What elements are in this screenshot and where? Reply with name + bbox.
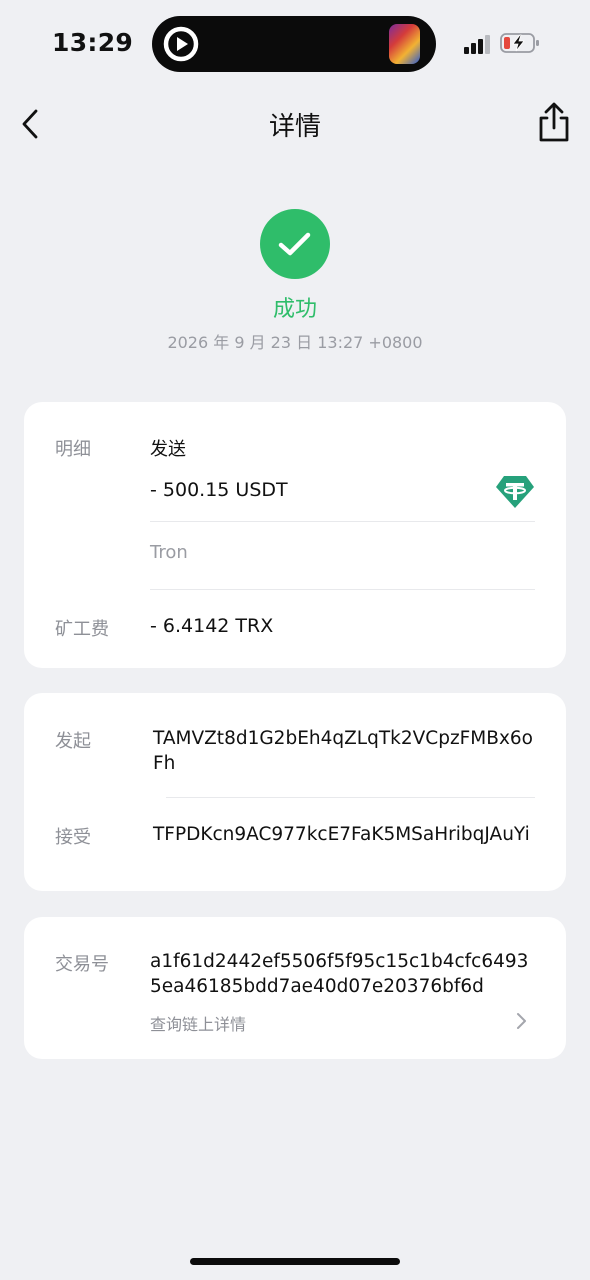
address-card: 发起 TAMVZt8d1G2bEh4qZLqTk2VCpzFMBx6oFh 接受… [24,693,566,891]
status-time: 13:29 [52,28,134,57]
to-address[interactable]: TFPDKcn9AC977kcE7FaK5MSaHribqJAuYi [153,822,543,847]
status-datetime: 2026 年 9 月 23 日 13:27 +0800 [167,333,423,352]
tether-usdt-icon [496,476,534,508]
home-indicator[interactable] [190,1258,400,1265]
transaction-amount: - 500.15 USDT [150,479,288,501]
fee-amount: - 6.4142 TRX [150,615,274,637]
dynamic-island [152,16,436,72]
checkmark-icon [278,232,311,256]
details-label: 明细 [55,439,91,460]
chevron-right-icon[interactable] [516,1012,528,1030]
play-app-icon [163,26,199,62]
fee-label: 矿工费 [55,619,109,640]
divider [166,797,535,798]
from-address[interactable]: TAMVZt8d1G2bEh4qZLqTk2VCpzFMBx6oFh [153,726,543,776]
cellular-signal-icon [464,35,490,54]
nav-bar: 详情 [0,96,590,152]
divider [150,521,535,522]
battery-charging-icon [500,33,539,53]
status-bar: 13:29 [0,0,590,88]
transaction-hash-card: 交易号 a1f61d2442ef5506f5f95c15c1b4cfc64935… [24,917,566,1059]
status-text: 成功 [272,297,317,322]
tx-hash-label: 交易号 [55,954,109,975]
network-name: Tron [150,542,188,563]
to-label: 接受 [55,827,91,848]
divider [150,589,535,590]
page-title: 详情 [268,112,321,142]
success-badge [260,209,330,279]
share-icon[interactable] [534,100,574,146]
tx-hash[interactable]: a1f61d2442ef5506f5f95c15c1b4cfc64935ea46… [150,949,540,999]
details-card: 明细 发送 - 500.15 USDT Tron 矿工费 - 6.4142 TR… [24,402,566,668]
from-label: 发起 [55,731,91,752]
transaction-type: 发送 [150,439,186,460]
view-on-chain-link[interactable]: 查询链上详情 [150,1011,246,1035]
now-playing-thumbnail [389,24,420,64]
